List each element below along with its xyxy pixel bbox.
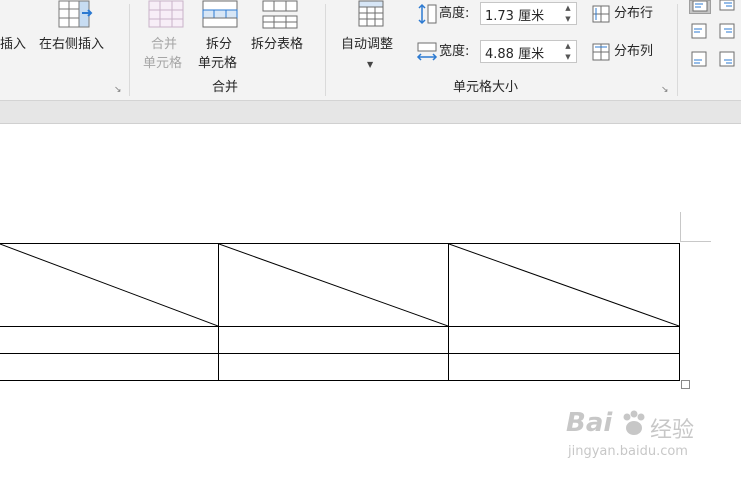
table-cell[interactable] [449,354,680,381]
align-middle-left-icon [691,23,707,39]
insert-right-icon[interactable] [58,0,96,30]
merge-cells-icon [148,0,184,28]
spin-up-icon[interactable]: ▲ [562,41,574,51]
align-top-right-icon [719,0,735,11]
diagonal-line [219,244,448,326]
table-cell[interactable] [219,354,449,381]
autofit-button[interactable]: 自动调整 [341,36,393,54]
column-width-value[interactable]: 4.88 厘米 [485,43,544,62]
watermark-brand: Bai [566,408,613,438]
insert-right-button[interactable]: 在右侧插入 [39,36,104,54]
group-separator [129,4,130,96]
insert-group-launcher-icon[interactable]: ↘ [114,86,122,95]
margin-corner-mark [680,212,681,242]
insert-left-partial-button[interactable]: 插入 [0,36,26,54]
merge-cells-button[interactable]: 合并 [151,36,177,54]
diagonal-line [0,244,218,326]
split-cells-button-line2: 单元格 [198,56,238,71]
group-separator [325,4,326,96]
table-layout-ribbon: 插入 在右侧插入 ↘ 合并 单元格 拆分 单元格 拆分表格 合并 自动调整 ▼ … [0,0,741,101]
row-height-value[interactable]: 1.73 厘米 [485,5,544,24]
distribute-columns-icon[interactable] [592,43,610,61]
align-middle-right-button[interactable] [717,22,739,42]
align-middle-left-button[interactable] [689,22,711,42]
watermark: Bai 经验 jingyan.baidu.com [566,408,736,468]
margin-corner-mark [681,241,711,242]
distribute-rows-button[interactable]: 分布行 [614,5,653,23]
spin-down-icon[interactable]: ▼ [562,52,574,62]
diagonal-line [449,244,679,326]
split-table-button[interactable]: 拆分表格 [251,36,303,54]
align-bottom-left-icon [691,51,707,67]
spin-up-icon[interactable]: ▲ [562,3,574,13]
row-height-label: 高度: [439,6,470,21]
merge-group-label: 合并 [212,80,239,95]
table-cell[interactable] [0,354,219,381]
document-table[interactable] [0,243,680,381]
row-height-icon [418,3,437,25]
watermark-url: jingyan.baidu.com [568,444,688,459]
split-cells-button[interactable]: 拆分 [206,36,232,54]
align-top-left-button[interactable] [689,0,711,14]
group-separator [677,4,678,96]
table-cell[interactable] [0,244,219,327]
merge-cells-button-line2: 单元格 [143,56,183,71]
table-resize-handle[interactable] [681,380,690,389]
distribute-rows-icon[interactable] [592,5,610,23]
autofit-dropdown-chevron-icon[interactable]: ▼ [367,56,373,74]
cell-size-group-launcher-icon[interactable]: ↘ [661,86,669,95]
align-top-right-button[interactable] [717,0,739,14]
ruler-strip [0,101,741,124]
document-canvas[interactable]: Bai 经验 jingyan.baidu.com [0,124,741,495]
table-cell[interactable] [449,244,680,327]
split-table-icon[interactable] [262,0,298,30]
distribute-columns-button[interactable]: 分布列 [614,43,653,61]
cell-size-group-label: 单元格大小 [453,80,519,95]
align-middle-right-icon [719,23,735,39]
split-cells-icon[interactable] [202,0,238,28]
align-bottom-right-icon [719,51,735,67]
align-top-left-icon [692,1,708,12]
row-height-spinner[interactable]: 1.73 厘米 ▲ ▼ [480,2,577,25]
table-cell[interactable] [449,327,680,354]
table-cell[interactable] [219,327,449,354]
align-bottom-left-button[interactable] [689,50,711,70]
table-cell[interactable] [0,327,219,354]
autofit-icon[interactable] [358,0,384,28]
column-width-spinner[interactable]: 4.88 厘米 ▲ ▼ [480,40,577,63]
align-bottom-right-button[interactable] [717,50,739,70]
table-cell[interactable] [219,244,449,327]
column-width-icon [416,42,438,61]
paw-icon [623,410,645,435]
column-width-label: 宽度: [439,44,470,59]
watermark-brand-suffix: 经验 [650,418,695,443]
spin-down-icon[interactable]: ▼ [562,14,574,24]
